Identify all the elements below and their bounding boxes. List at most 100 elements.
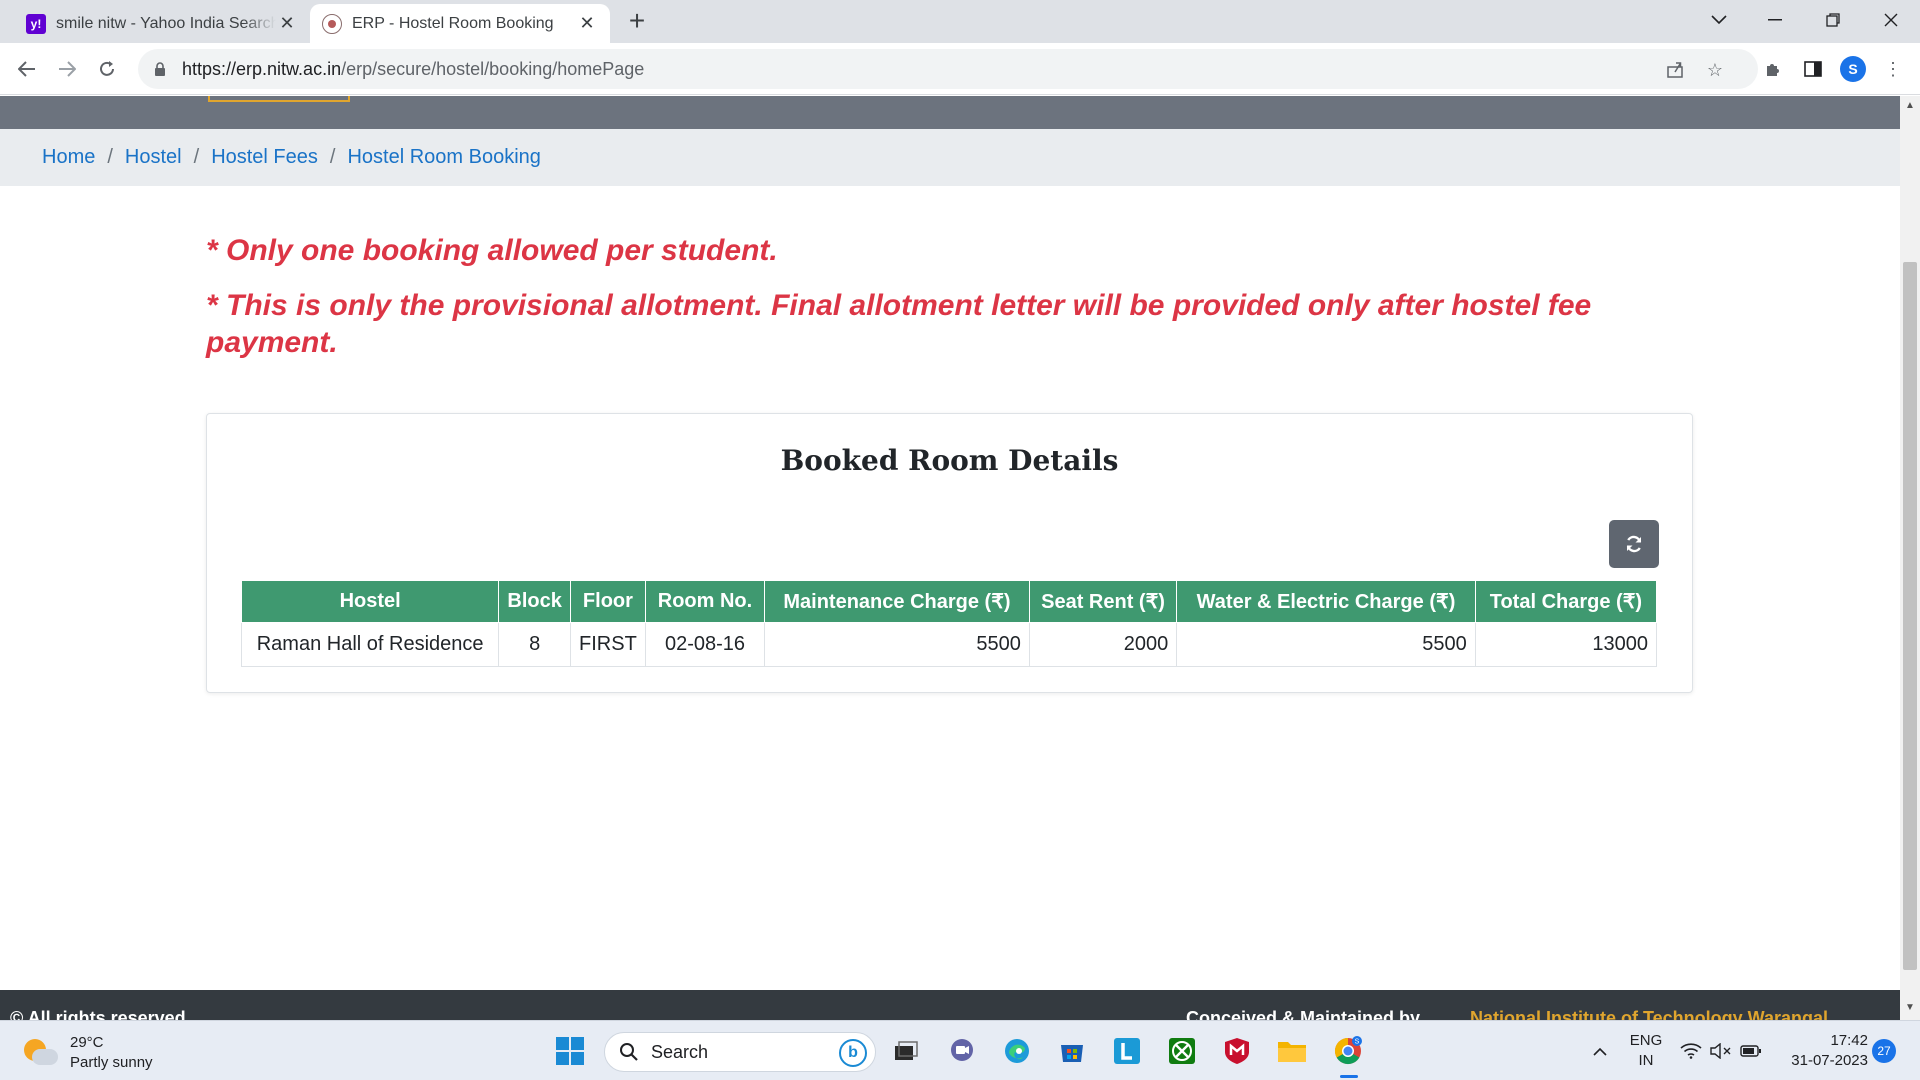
close-icon[interactable]: ✕ [276, 13, 298, 34]
xbox-icon[interactable] [1164, 1033, 1200, 1069]
breadcrumb-hostel-fees[interactable]: Hostel Fees [211, 146, 318, 169]
extensions-puzzle-icon[interactable] [1760, 56, 1786, 82]
search-icon [620, 1043, 638, 1061]
lock-icon[interactable] [152, 61, 168, 77]
page-content: Home / Hostel / Hostel Fees / Hostel Roo… [0, 96, 1900, 1020]
breadcrumb: Home / Hostel / Hostel Fees / Hostel Roo… [0, 129, 1900, 186]
booked-room-table: Hostel Block Floor Room No. Maintenance … [240, 580, 1658, 667]
notification-badge[interactable]: 27 [1872, 1039, 1896, 1063]
bookmark-star-icon[interactable]: ☆ [1704, 59, 1726, 81]
volume-muted-icon[interactable] [1706, 1033, 1736, 1069]
table-header-row: Hostel Block Floor Room No. Maintenance … [240, 580, 1658, 623]
breadcrumb-hostel[interactable]: Hostel [125, 146, 182, 169]
forward-arrow-icon[interactable] [53, 55, 81, 83]
site-footer: © All rights reserved Conceived & Mainta… [0, 990, 1900, 1020]
tab-title: ERP - Hostel Room Booking [352, 14, 554, 32]
browser-toolbar: https://erp.nitw.ac.in/erp/secure/hostel… [0, 43, 1920, 95]
new-tab-button[interactable]: + [622, 6, 652, 36]
footer-maintained-by: Conceived & Maintained by [1186, 1008, 1421, 1020]
table-row: Raman Hall of Residence 8 FIRST 02-08-16… [240, 622, 1658, 667]
search-label: Search [651, 1041, 709, 1062]
scrollbar-thumb[interactable] [1903, 262, 1917, 970]
minimize-button[interactable] [1746, 0, 1804, 40]
share-icon[interactable] [1664, 59, 1686, 81]
breadcrumb-separator: / [193, 146, 200, 168]
column-header-maintenance: Maintenance Charge (₹) [764, 580, 1030, 623]
cell-maintenance: 5500 [764, 622, 1030, 667]
partly-sunny-icon [22, 1037, 58, 1069]
reload-icon[interactable] [93, 55, 121, 83]
task-view-icon[interactable] [888, 1033, 924, 1069]
address-bar[interactable]: https://erp.nitw.ac.in/erp/secure/hostel… [138, 49, 1758, 89]
card-title: Booked Room Details [780, 444, 1119, 477]
page-scrollbar[interactable]: ▲ ▼ [1900, 96, 1920, 1020]
column-header-total: Total Charge (₹) [1474, 580, 1658, 623]
cell-hostel: Raman Hall of Residence [240, 622, 500, 667]
bing-icon[interactable]: b [839, 1039, 867, 1067]
column-header-block: Block [498, 580, 572, 623]
more-menu-icon[interactable]: ⋮ [1880, 56, 1906, 82]
close-window-button[interactable] [1862, 0, 1920, 40]
tab-yahoo-search[interactable]: y! smile nitw - Yahoo India Search R ✕ [14, 4, 310, 43]
chrome-icon[interactable]: S [1330, 1033, 1366, 1069]
language-indicator[interactable]: ENG IN [1628, 1031, 1664, 1071]
mcafee-icon[interactable] [1219, 1033, 1255, 1069]
nav-highlight [208, 96, 350, 102]
cell-total: 13000 [1474, 622, 1658, 667]
weather-description: Partly sunny [70, 1054, 153, 1071]
start-button[interactable] [552, 1033, 588, 1069]
restore-button[interactable] [1804, 0, 1862, 40]
breadcrumb-separator: / [107, 146, 113, 168]
cell-block: 8 [498, 622, 572, 667]
weather-widget[interactable]: 29°C Partly sunny [22, 1033, 153, 1073]
side-panel-icon[interactable] [1800, 56, 1826, 82]
microsoft-store-icon[interactable] [1054, 1033, 1090, 1069]
tab-title: smile nitw - Yahoo India Search R [56, 14, 276, 32]
browser-tab-strip: y! smile nitw - Yahoo India Search R ✕ E… [0, 0, 1920, 43]
windows-logo-icon [556, 1037, 584, 1065]
site-top-nav [0, 96, 1900, 129]
footer-copyright: © All rights reserved [10, 1008, 186, 1020]
scroll-down-arrow-icon[interactable]: ▼ [1904, 1002, 1916, 1014]
url-text: https://erp.nitw.ac.in/erp/secure/hostel… [182, 58, 645, 79]
footer-nitw-link[interactable]: National Institute of Technology Waranga… [1470, 1008, 1828, 1020]
close-icon[interactable]: ✕ [576, 13, 598, 34]
teams-chat-icon[interactable] [944, 1033, 980, 1069]
cell-room-no: 02-08-16 [644, 622, 766, 667]
wifi-icon[interactable] [1676, 1033, 1706, 1069]
tab-erp-hostel-booking[interactable]: ERP - Hostel Room Booking ✕ [310, 4, 610, 43]
booked-room-card: Booked Room Details Hostel Block Floor R… [206, 413, 1693, 693]
breadcrumb-separator: / [329, 146, 336, 168]
column-header-floor: Floor [570, 580, 646, 623]
windows-taskbar: 29°C Partly sunny Search b S ENG IN 17:4… [0, 1020, 1920, 1080]
cell-seat-rent: 2000 [1028, 622, 1178, 667]
scroll-up-arrow-icon[interactable]: ▲ [1904, 100, 1916, 112]
column-header-hostel: Hostel [240, 580, 500, 623]
edge-browser-icon[interactable] [999, 1033, 1035, 1069]
tab-search-chevron-icon[interactable] [1690, 0, 1748, 40]
svg-text:S: S [1355, 1039, 1360, 1046]
file-explorer-icon[interactable] [1274, 1033, 1310, 1069]
back-arrow-icon[interactable] [13, 55, 41, 83]
column-header-water-electric: Water & Electric Charge (₹) [1176, 580, 1476, 623]
clock[interactable]: 17:42 31-07-2023 [1772, 1031, 1868, 1071]
active-app-indicator [1340, 1075, 1358, 1078]
taskbar-search[interactable]: Search b [604, 1032, 876, 1072]
l-app-icon[interactable] [1109, 1033, 1145, 1069]
cell-water-electric: 5500 [1176, 622, 1476, 667]
column-header-seat-rent: Seat Rent (₹) [1028, 580, 1178, 623]
weather-temperature: 29°C [70, 1034, 104, 1051]
nitw-logo-icon [322, 13, 342, 34]
refresh-icon [1626, 535, 1642, 553]
refresh-button[interactable] [1609, 520, 1659, 568]
yahoo-icon: y! [26, 13, 46, 34]
show-hidden-icons-chevron-icon[interactable] [1582, 1033, 1618, 1069]
breadcrumb-home[interactable]: Home [42, 146, 95, 169]
breadcrumb-hostel-room-booking[interactable]: Hostel Room Booking [347, 146, 540, 169]
battery-icon[interactable] [1736, 1033, 1766, 1069]
clock-time: 17:42 [1830, 1032, 1868, 1049]
profile-avatar[interactable]: S [1840, 56, 1866, 82]
cell-floor: FIRST [570, 622, 646, 667]
notice-provisional-allotment: * This is only the provisional allotment… [206, 289, 1592, 359]
column-header-room-no: Room No. [644, 580, 766, 623]
